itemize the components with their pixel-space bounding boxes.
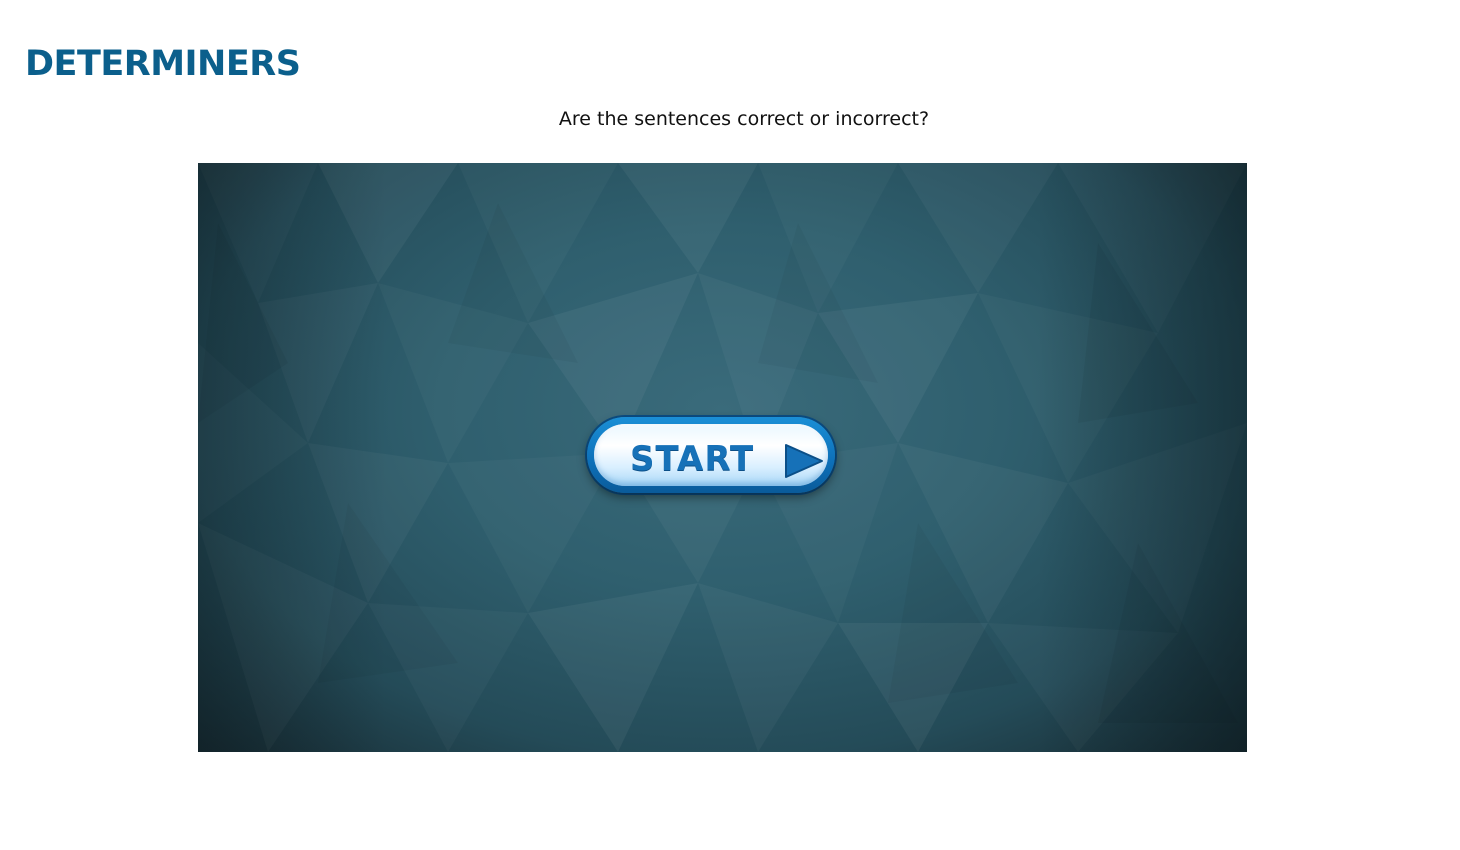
page-title: DETERMINERS (25, 44, 301, 84)
play-arrow-icon (785, 444, 823, 478)
start-button-face[interactable]: START (594, 424, 828, 486)
game-frame[interactable]: START (198, 163, 1247, 752)
start-button-label: START (630, 439, 755, 479)
instruction-text: Are the sentences correct or incorrect? (558, 108, 930, 130)
start-button[interactable]: START (587, 417, 835, 493)
